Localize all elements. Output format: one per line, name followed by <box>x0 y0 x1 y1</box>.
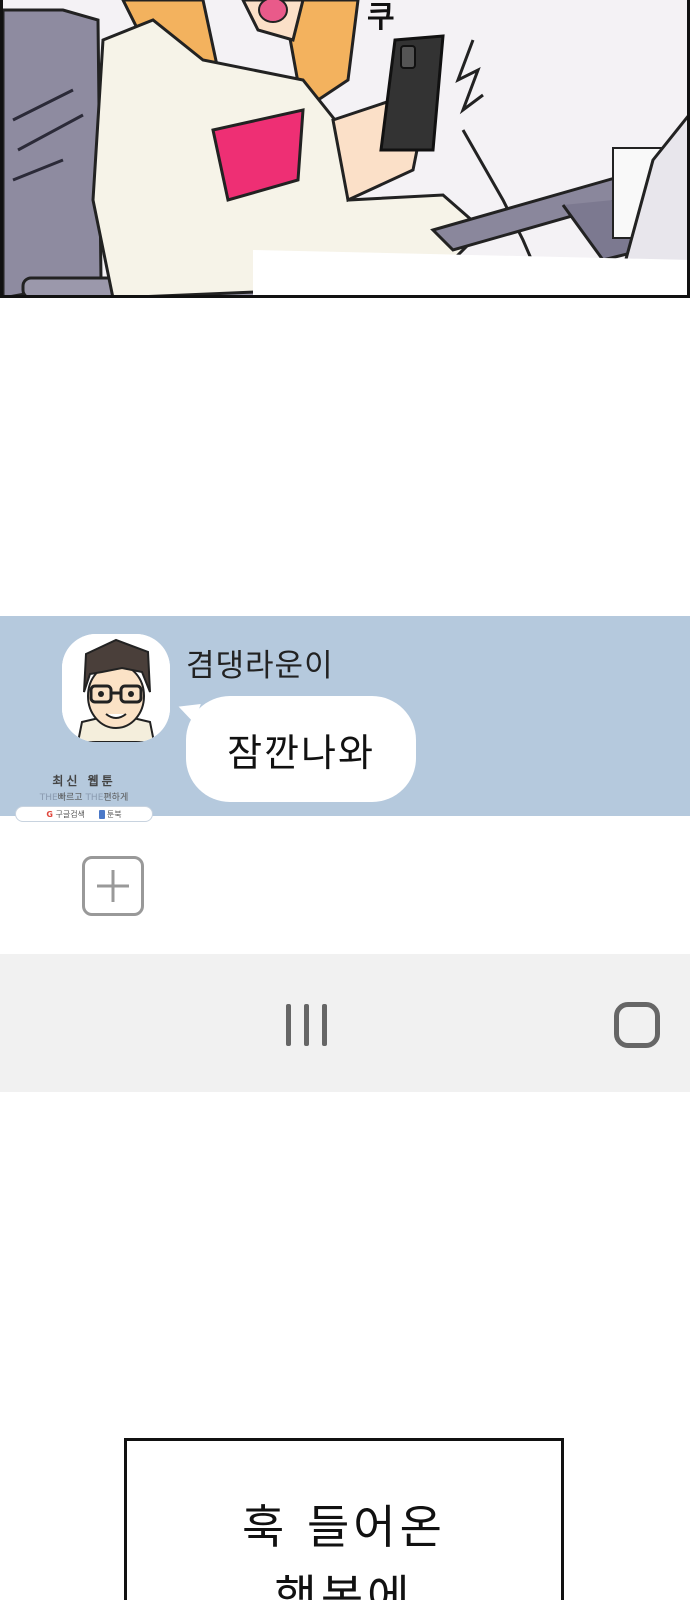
navigation-bar <box>0 954 690 1092</box>
caption-box: 훅 들어온 행복에 <box>124 1438 564 1600</box>
watermark: 최신 웹툰 THE빠르고 THE편하게 G 구글검색 툰북 <box>14 772 154 822</box>
message-bubble[interactable]: 잠깐나와 <box>186 696 416 802</box>
avatar[interactable] <box>62 634 170 742</box>
watermark-pill: G 구글검색 툰북 <box>15 806 153 822</box>
add-button[interactable] <box>82 856 144 916</box>
plus-icon <box>97 870 129 902</box>
comic-panel: 쿠 <box>0 0 690 298</box>
toonbook-label: 툰북 <box>98 809 122 820</box>
watermark-tag-3: THE <box>85 793 104 803</box>
sender-name: 겸댕라운이 <box>186 648 334 684</box>
toonbook-label-text: 툰북 <box>106 809 122 819</box>
google-search-label: G 구글검색 <box>46 809 85 820</box>
caption-line-1: 훅 들어온 <box>242 1500 446 1554</box>
sound-effect-text: 쿠 <box>367 0 395 35</box>
watermark-tag-4: 편하게 <box>103 793 129 803</box>
watermark-tag-2: 빠르고 <box>57 793 83 803</box>
watermark-title: 최신 웹툰 <box>52 774 116 788</box>
home-button-icon[interactable] <box>614 1002 660 1048</box>
profile-face-icon <box>62 634 170 742</box>
watermark-tag-1: THE <box>39 793 58 803</box>
watermark-tagline: THE빠르고 THE편하게 <box>14 790 154 803</box>
book-icon <box>98 809 105 819</box>
message-text: 잠깐나와 <box>227 730 375 775</box>
caption-line-2: 행복에 <box>274 1570 414 1600</box>
google-icon: G <box>46 809 53 819</box>
chat-area: 겸댕라운이 잠깐나와 최신 웹툰 THE빠르고 THE편하게 G 구글검색 툰북 <box>0 616 690 822</box>
google-label-text: 구글검색 <box>55 809 85 819</box>
comic-illustration <box>3 0 687 295</box>
recent-apps-icon[interactable] <box>284 1004 330 1046</box>
